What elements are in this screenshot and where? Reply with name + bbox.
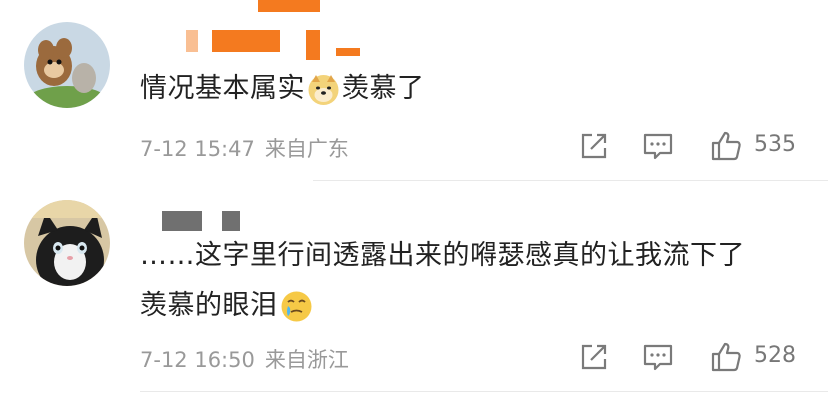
comment-meta: 7-12 16:50 来自浙江: [140, 344, 349, 374]
comment-date: 7-12 16:50: [140, 348, 255, 372]
comment-meta: 7-12 15:47 来自广东: [140, 133, 349, 163]
avatar[interactable]: [24, 22, 110, 108]
comment-icon[interactable]: [642, 130, 674, 162]
divider: [140, 391, 828, 392]
comment-date: 7-12 15:47: [140, 137, 255, 161]
comment-item: ……这字里行间透露出来的嘚瑟感真的让我流下了 羡慕的眼泪 7-12 16:50 来…: [0, 181, 828, 391]
comment-text-line: 羡慕的眼泪: [140, 281, 745, 331]
comment-location: 来自广东: [264, 137, 349, 161]
comment-text-part: 羡慕了: [342, 73, 425, 104]
comment-text: ……这字里行间透露出来的嘚瑟感真的让我流下了 羡慕的眼泪: [140, 231, 745, 331]
thumbs-up-icon[interactable]: [710, 130, 742, 162]
comment-icon[interactable]: [642, 341, 674, 373]
comment-location: 来自浙江: [264, 348, 349, 372]
share-icon[interactable]: [578, 130, 610, 162]
avatar-image: [24, 200, 110, 286]
avatar-image: [24, 22, 110, 108]
comment-actions: 535: [576, 130, 806, 164]
comment-text: 情况基本属实 羡慕了: [140, 64, 425, 114]
doge-emoji-icon: [308, 75, 339, 105]
comment-actions: 528: [576, 341, 806, 375]
share-icon[interactable]: [578, 341, 610, 373]
comment-text-part: 羡慕的眼泪: [140, 290, 278, 321]
like-count: 535: [754, 132, 796, 157]
comment-item: 情况基本属实 羡慕了 7-12 15:47 来自广东 535: [0, 0, 828, 180]
thumbs-up-icon[interactable]: [710, 341, 742, 373]
tearful-smile-emoji-icon: [281, 291, 311, 322]
comment-text-line: ……这字里行间透露出来的嘚瑟感真的让我流下了: [140, 240, 745, 271]
comment-text-part: 情况基本属实: [140, 73, 305, 104]
like-count: 528: [754, 343, 796, 368]
avatar[interactable]: [24, 200, 110, 286]
